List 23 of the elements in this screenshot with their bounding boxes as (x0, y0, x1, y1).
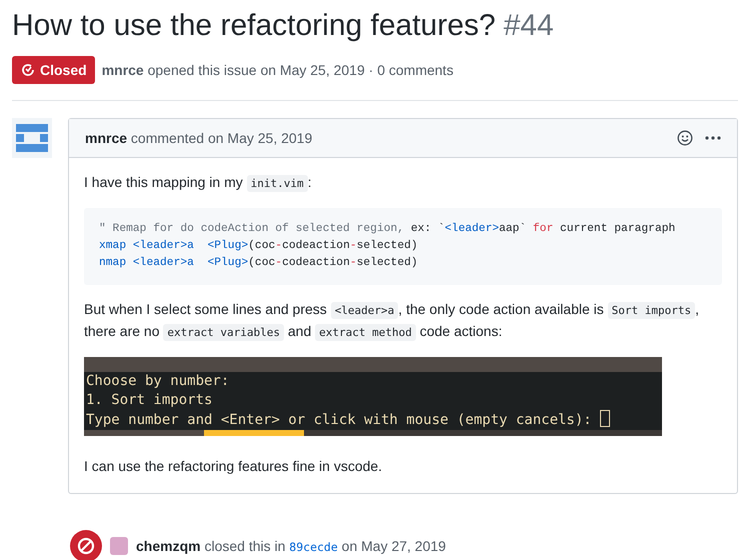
code-line: " Remap for do codeAction of selected region, ex: `<leader>aap` for current paragraph (99, 222, 676, 237)
smiley-icon[interactable] (677, 130, 693, 146)
code-line: xmap <leader>a <Plug>(coc-codeaction-selected) (99, 238, 419, 254)
comment-meta: mnrce commented on May 25, 2019 (85, 130, 312, 146)
issue-number: #44 (504, 9, 554, 42)
more-icon[interactable] (705, 136, 721, 140)
issue-meta: mnrce opened this issue on May 25, 2019 · 0 comments (102, 62, 454, 78)
comment-paragraph: I have this mapping in my init.vim : (84, 173, 313, 194)
terminal-line: Type number and <Enter> or click with mouse (empty cancels): (84, 410, 662, 430)
prohibited-icon (70, 530, 102, 560)
circle-check-icon (20, 62, 36, 78)
state-badge: Closed (12, 56, 95, 84)
comment-paragraph: I can use the refactoring features fine in vscode. (84, 457, 384, 476)
avatar-icon (12, 118, 52, 158)
terminal-line: Choose by number: (85, 372, 230, 391)
avatar-icon (110, 537, 128, 555)
code-line: nmap <leader>a <Plug>(coc-codeaction-selected) (99, 256, 419, 271)
terminal-line: 1. Sort imports (85, 391, 214, 410)
issue-title: How to use the refactoring features? (12, 9, 496, 42)
commit-link[interactable]: 89cecde (289, 540, 338, 554)
comment-paragraph: But when I select some lines and press <leader>a , the only code action available is Sort imports , there are no extract variables and extract method code actions: (84, 300, 700, 343)
cursor-icon (600, 410, 610, 427)
event-text: chemzqm closed this in 89cecde on May 27, 2019 (136, 538, 446, 554)
